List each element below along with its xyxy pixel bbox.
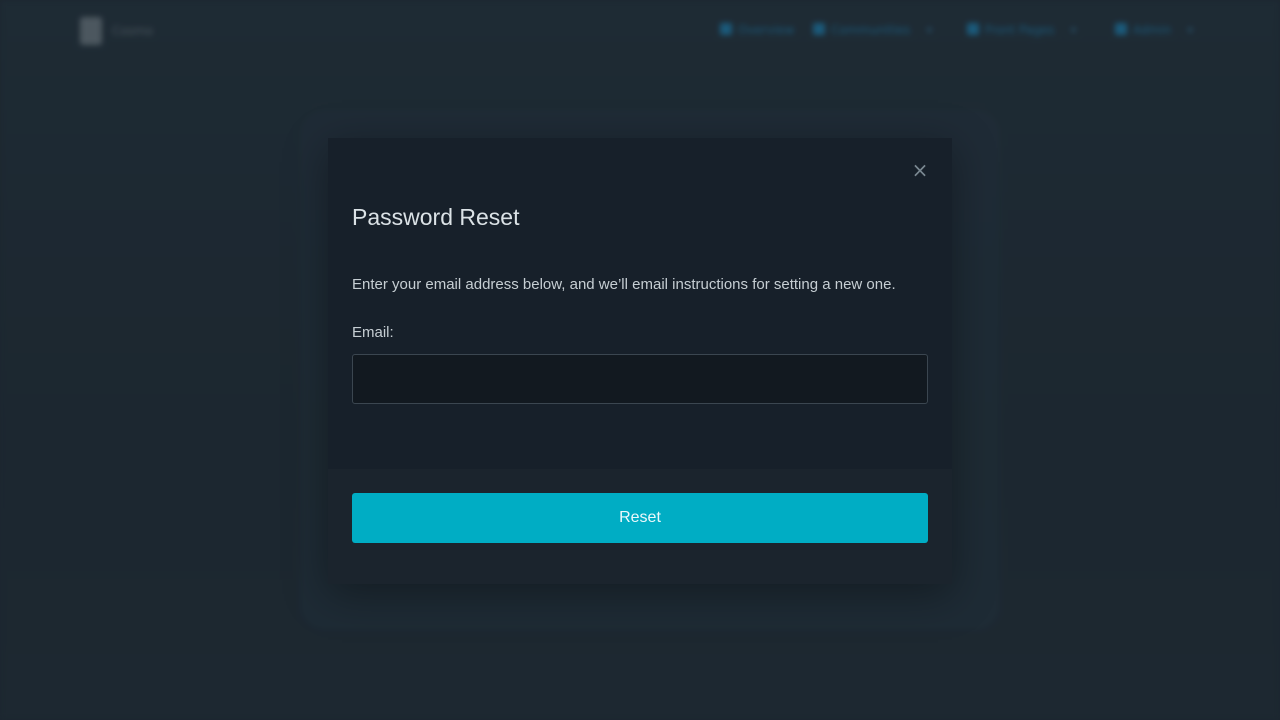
- modal-description: Enter your email address below, and we’l…: [352, 276, 896, 293]
- modal-title: Password Reset: [352, 204, 520, 230]
- email-label: Email:: [352, 324, 394, 341]
- close-icon[interactable]: ×: [910, 158, 930, 182]
- reset-button[interactable]: Reset: [352, 493, 928, 543]
- email-field[interactable]: [352, 354, 928, 404]
- password-reset-modal: × Password Reset Enter your email addres…: [328, 138, 952, 584]
- modal-footer: Reset: [328, 469, 952, 584]
